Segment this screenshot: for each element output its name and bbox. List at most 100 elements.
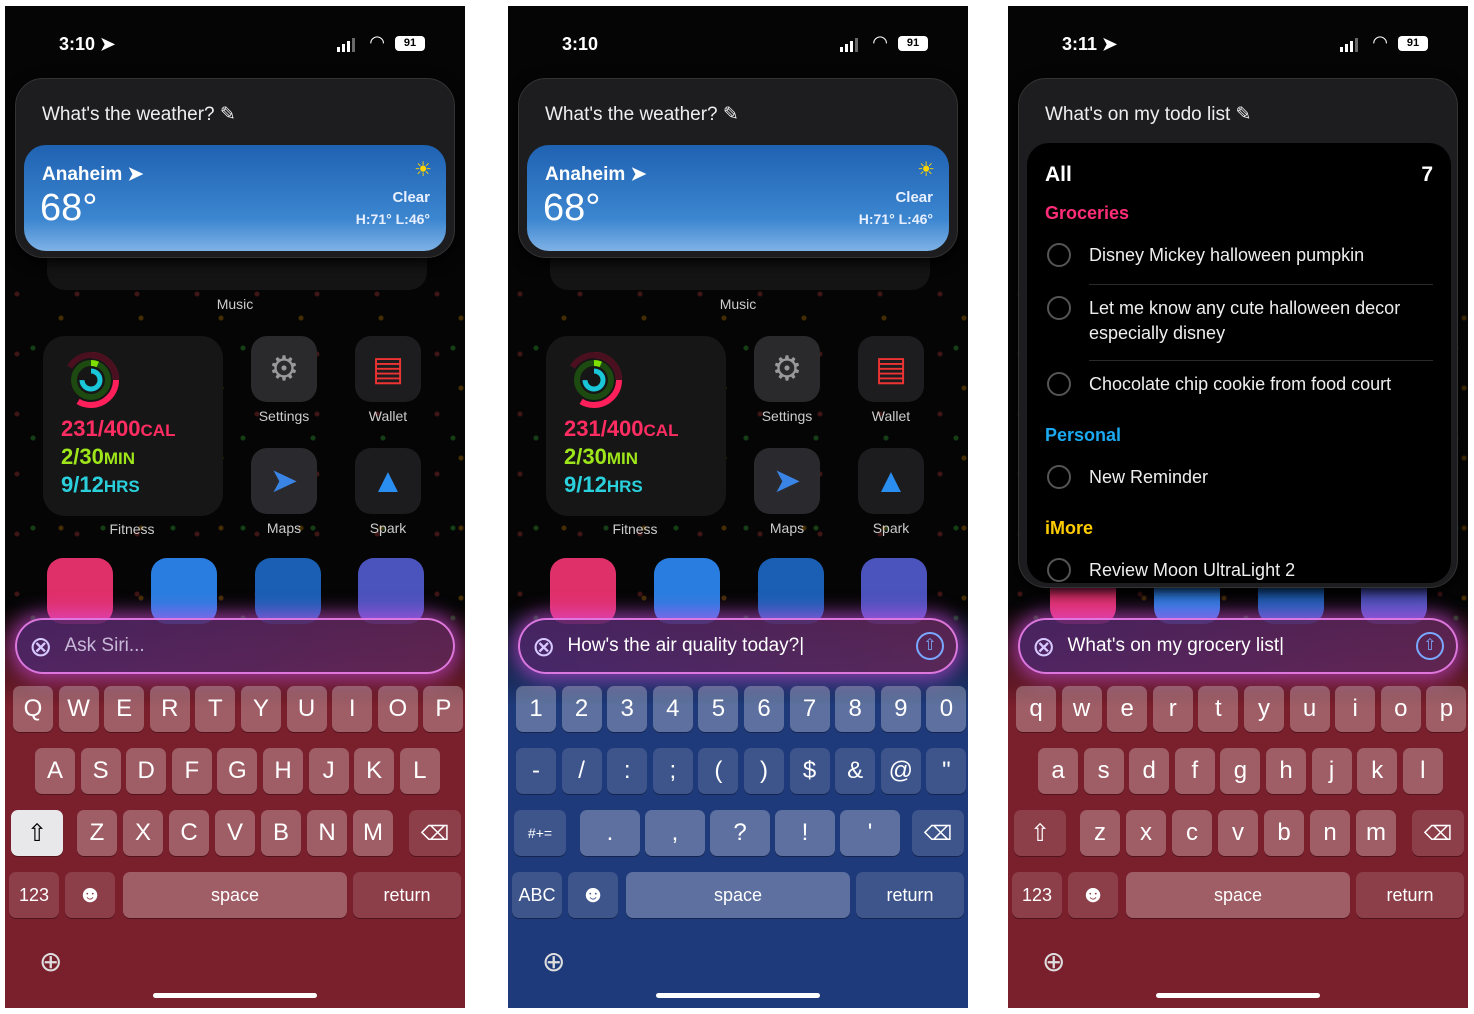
mode-key[interactable]: 123 <box>1012 872 1062 918</box>
key-y[interactable]: y <box>1244 686 1284 732</box>
outlook-app-icon[interactable] <box>255 558 321 624</box>
key-z[interactable]: z <box>1080 810 1120 856</box>
todo-checkbox[interactable] <box>1047 558 1071 582</box>
siri-input-placeholder[interactable]: Ask Siri... <box>64 635 441 657</box>
key-p[interactable]: p <box>1426 686 1467 732</box>
key-symbol[interactable]: ? <box>710 810 770 856</box>
key-J[interactable]: J <box>308 748 349 794</box>
siri-input-bar[interactable]: ⊗ What's on my grocery list| ⇧ <box>1018 618 1458 674</box>
delete-key[interactable]: ⌫ <box>1412 810 1464 856</box>
key-T[interactable]: T <box>195 686 236 732</box>
todo-checkbox[interactable] <box>1047 296 1071 320</box>
todo-checkbox[interactable] <box>1047 465 1071 489</box>
key-a[interactable]: a <box>1038 748 1078 794</box>
key-V[interactable]: V <box>215 810 255 856</box>
shift-key[interactable]: ⇧ <box>11 810 63 856</box>
key-symbol[interactable]: : <box>607 748 648 794</box>
key-1[interactable]: 1 <box>516 686 556 732</box>
key-m[interactable]: m <box>1356 810 1396 856</box>
key-s[interactable]: s <box>1083 748 1124 794</box>
wallet-app-icon[interactable]: ▤ <box>355 336 421 402</box>
space-key[interactable]: space <box>123 872 347 918</box>
key-b[interactable]: b <box>1264 810 1304 856</box>
key-Z[interactable]: Z <box>77 810 117 856</box>
key-symbol[interactable]: " <box>926 748 967 794</box>
key-n[interactable]: n <box>1310 810 1350 856</box>
key-symbol[interactable]: ( <box>698 748 739 794</box>
key-8[interactable]: 8 <box>835 686 876 732</box>
todo-checkbox[interactable] <box>1047 243 1071 267</box>
wallet-app-icon[interactable]: ▤ <box>858 336 924 402</box>
key-symbol[interactable]: ) <box>744 748 784 794</box>
key-5[interactable]: 5 <box>698 686 739 732</box>
key-t[interactable]: t <box>1198 686 1239 732</box>
todo-checkbox[interactable] <box>1047 372 1071 396</box>
more-symbols-key[interactable]: #+= <box>514 810 566 856</box>
delete-key[interactable]: ⌫ <box>409 810 461 856</box>
key-F[interactable]: F <box>171 748 212 794</box>
teams-app-icon[interactable] <box>358 558 424 624</box>
key-x[interactable]: x <box>1126 810 1166 856</box>
key-symbol[interactable]: @ <box>880 748 921 794</box>
space-key[interactable]: space <box>626 872 850 918</box>
maps-app-icon[interactable]: ➤ <box>754 448 820 514</box>
emoji-key[interactable]: ☻ <box>568 872 618 918</box>
globe-icon[interactable]: ⊕ <box>1042 945 1065 978</box>
key-4[interactable]: 4 <box>652 686 693 732</box>
key-2[interactable]: 2 <box>561 686 602 732</box>
key-v[interactable]: v <box>1218 810 1258 856</box>
key-6[interactable]: 6 <box>744 686 784 732</box>
key-symbol[interactable]: & <box>835 748 876 794</box>
key-l[interactable]: l <box>1402 748 1443 794</box>
key-j[interactable]: j <box>1311 748 1352 794</box>
key-symbol[interactable]: . <box>580 810 640 856</box>
key-C[interactable]: C <box>169 810 209 856</box>
maps-app-icon[interactable]: ➤ <box>251 448 317 514</box>
key-W[interactable]: W <box>58 686 99 732</box>
key-U[interactable]: U <box>286 686 327 732</box>
siri-query-text[interactable]: What's the weather? ✎ <box>42 103 236 126</box>
siri-input-text[interactable]: What's on my grocery list| <box>1067 635 1416 657</box>
delete-key[interactable]: ⌫ <box>912 810 964 856</box>
settings-app-icon[interactable]: ⚙ <box>754 336 820 402</box>
shift-key[interactable]: ⇧ <box>1014 810 1066 856</box>
key-o[interactable]: o <box>1380 686 1421 732</box>
key-k[interactable]: k <box>1357 748 1398 794</box>
key-D[interactable]: D <box>126 748 167 794</box>
return-key[interactable]: return <box>353 872 461 918</box>
spark-app-icon[interactable]: ▲ <box>858 448 924 514</box>
siri-query-text[interactable]: What's on my todo list ✎ <box>1045 103 1251 126</box>
key-3[interactable]: 3 <box>607 686 648 732</box>
key-symbol[interactable]: $ <box>789 748 830 794</box>
send-button[interactable]: ⇧ <box>1416 632 1444 660</box>
send-button[interactable]: ⇧ <box>916 632 944 660</box>
emoji-key[interactable]: ☻ <box>65 872 115 918</box>
key-symbol[interactable]: ; <box>652 748 693 794</box>
key-Y[interactable]: Y <box>241 686 281 732</box>
key-H[interactable]: H <box>263 748 303 794</box>
key-G[interactable]: G <box>217 748 258 794</box>
key-M[interactable]: M <box>353 810 393 856</box>
key-r[interactable]: r <box>1152 686 1193 732</box>
key-R[interactable]: R <box>149 686 190 732</box>
home-indicator[interactable] <box>656 993 820 998</box>
siri-query-text[interactable]: What's the weather? ✎ <box>545 103 739 126</box>
key-symbol[interactable]: , <box>645 810 705 856</box>
fitness-widget[interactable]: 231/400CAL 2/30MIN 9/12HRS <box>43 336 223 516</box>
key-g[interactable]: g <box>1220 748 1261 794</box>
key-K[interactable]: K <box>354 748 395 794</box>
safari-app-icon[interactable] <box>151 558 217 624</box>
key-symbol[interactable]: - <box>516 748 556 794</box>
outlook-app-icon[interactable] <box>758 558 824 624</box>
globe-icon[interactable]: ⊕ <box>39 945 62 978</box>
key-w[interactable]: w <box>1061 686 1102 732</box>
key-A[interactable]: A <box>35 748 75 794</box>
return-key[interactable]: return <box>1356 872 1464 918</box>
return-key[interactable]: return <box>856 872 964 918</box>
key-E[interactable]: E <box>104 686 145 732</box>
mode-key[interactable]: ABC <box>512 872 562 918</box>
key-P[interactable]: P <box>423 686 464 732</box>
key-Q[interactable]: Q <box>13 686 53 732</box>
key-9[interactable]: 9 <box>880 686 921 732</box>
key-symbol[interactable]: ' <box>840 810 900 856</box>
